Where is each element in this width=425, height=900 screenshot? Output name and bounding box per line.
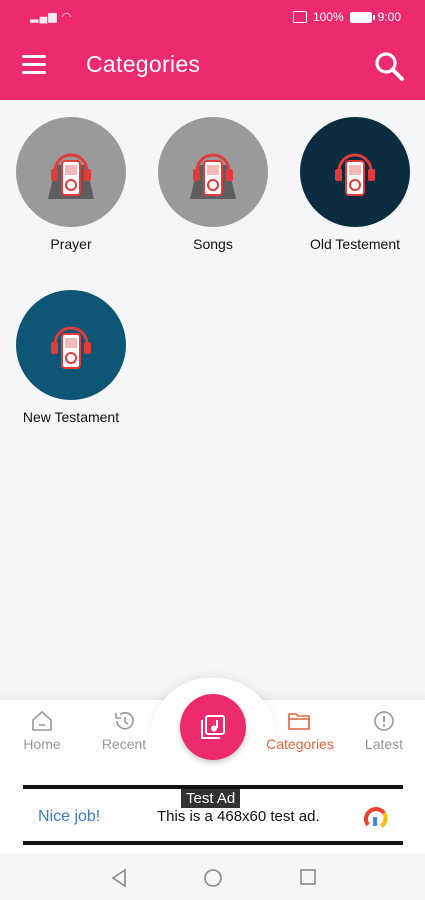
category-prayer[interactable]: Prayer: [0, 117, 142, 252]
category-label: Old Testement: [309, 236, 400, 252]
signal-icon: ▂▄▆: [30, 11, 58, 23]
nav-home-label: Home: [23, 736, 61, 752]
category-label: Prayer: [50, 236, 92, 252]
battery-percent: 100%: [312, 10, 344, 24]
ad-logo-icon: [364, 807, 388, 828]
wifi-icon: ◠: [61, 11, 73, 23]
ad-banner-area: Test Ad Nice job! This is a 468x60 test …: [0, 776, 425, 854]
nav-recent-label: Recent: [101, 736, 147, 752]
nav-categories[interactable]: Categories: [258, 710, 342, 752]
status-bar: ▂▄▆ ◠ 100% 9:00: [0, 0, 425, 34]
home-button-icon[interactable]: [203, 868, 223, 888]
category-thumbnail: [16, 290, 126, 400]
audio-player-icon: [335, 153, 375, 196]
music-library-icon: [201, 715, 225, 739]
category-new-testament[interactable]: New Testament: [0, 290, 142, 425]
category-thumbnail: [16, 117, 126, 227]
signal-wifi-indicators: ▂▄▆ ◠: [30, 10, 72, 23]
status-right: 100% 9:00: [292, 10, 401, 24]
page-title: Categories: [86, 51, 201, 77]
history-icon: [115, 711, 134, 730]
alert-circle-icon: [374, 711, 394, 731]
audio-player-icon: [51, 326, 91, 369]
music-library-fab[interactable]: [180, 694, 246, 760]
ad-text: This is a 468x60 test ad.: [157, 808, 320, 825]
nav-latest[interactable]: Latest: [342, 710, 425, 752]
ad-tag: Test Ad: [181, 789, 241, 808]
audio-player-icon: [51, 153, 91, 196]
category-thumbnail: [158, 117, 268, 227]
nav-recent[interactable]: Recent: [82, 710, 166, 752]
category-old-testament[interactable]: Old Testement: [284, 117, 425, 252]
category-thumbnail: [300, 117, 410, 227]
search-icon[interactable]: [373, 50, 405, 82]
vibrate-icon: [292, 11, 307, 23]
ad-headline: Nice job!: [38, 808, 101, 825]
nav-categories-label: Categories: [266, 736, 334, 752]
battery-icon: [349, 11, 375, 23]
recents-icon[interactable]: [299, 868, 317, 886]
category-label: New Testament: [22, 409, 120, 425]
nav-latest-label: Latest: [364, 736, 404, 752]
folder-icon: [288, 713, 310, 730]
home-icon: [32, 710, 52, 731]
system-navigation-bar: [0, 854, 425, 900]
clock: 9:00: [377, 10, 401, 24]
audio-player-icon: [193, 153, 233, 196]
nav-home[interactable]: Home: [0, 710, 84, 752]
category-songs[interactable]: Songs: [142, 117, 284, 252]
app-bar: Categories: [0, 34, 425, 100]
category-label: Songs: [193, 236, 233, 252]
hamburger-menu-icon[interactable]: [22, 55, 46, 75]
back-icon[interactable]: [110, 868, 128, 888]
